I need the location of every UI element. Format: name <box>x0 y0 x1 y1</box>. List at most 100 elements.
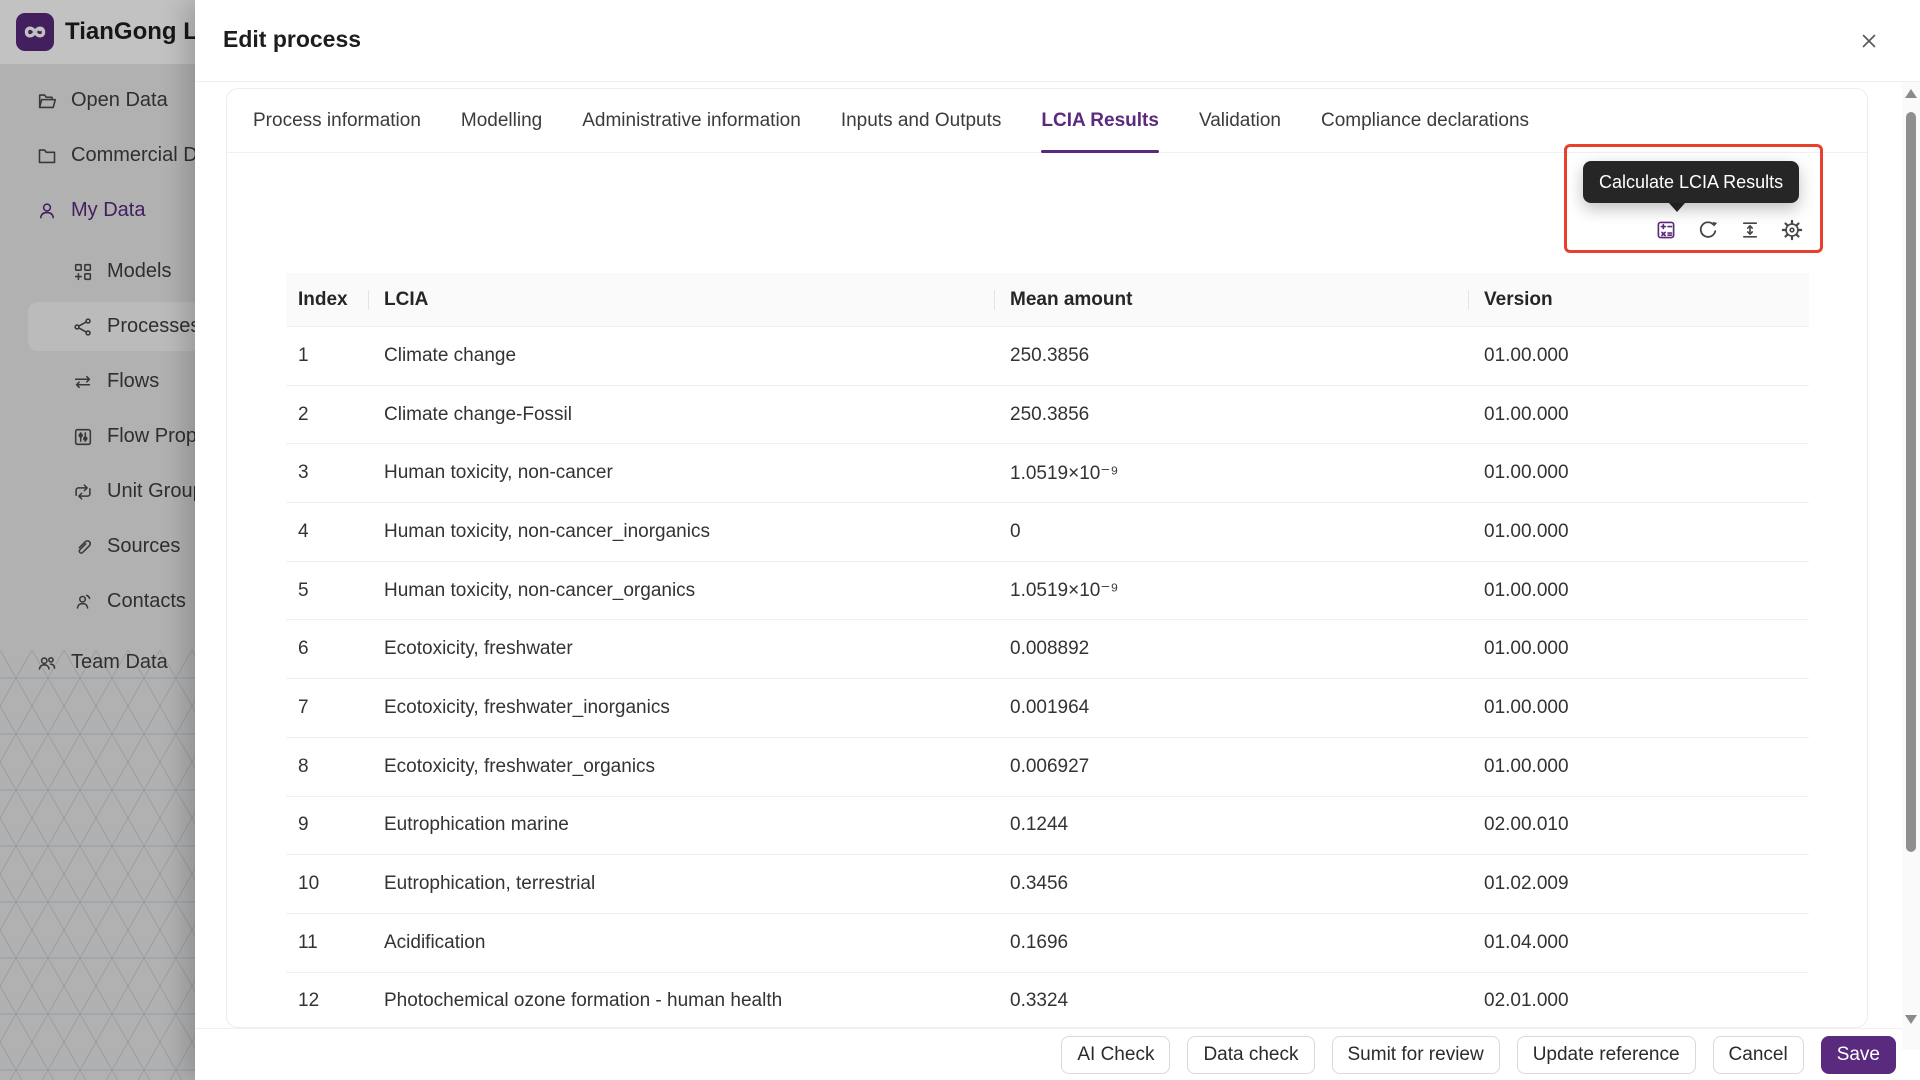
tab-administrative-information[interactable]: Administrative information <box>582 89 801 152</box>
tab-bar: Process information Modelling Administrati… <box>227 89 1867 153</box>
cell-mean-amount: 0.3456 <box>995 873 1469 895</box>
cell-lcia: Eutrophication, terrestrial <box>369 873 995 895</box>
lcia-results-table: IndexLCIAMean amountVersion 1 Climate ch… <box>286 273 1809 1028</box>
cell-lcia: Photochemical ozone formation - human he… <box>369 990 995 1012</box>
scrollbar-thumb[interactable] <box>1906 112 1916 852</box>
scrollbar[interactable] <box>1902 82 1920 1050</box>
cell-mean-amount: 1.0519×10⁻⁹ <box>995 462 1469 485</box>
cell-mean-amount: 250.3856 <box>995 345 1469 367</box>
cell-lcia: Acidification <box>369 932 995 954</box>
modal-title: Edit process <box>223 26 361 53</box>
cell-version: 01.00.000 <box>1469 756 1809 778</box>
cell-version: 01.00.000 <box>1469 580 1809 602</box>
cell-lcia: Climate change-Fossil <box>369 404 995 426</box>
table-row: 11 Acidification 0.1696 01.04.000 <box>286 914 1809 973</box>
cancel-button[interactable]: Cancel <box>1713 1036 1804 1074</box>
table-header-row: IndexLCIAMean amountVersion <box>286 273 1809 327</box>
calculator-icon <box>1655 219 1677 241</box>
cell-mean-amount: 0.006927 <box>995 756 1469 778</box>
modal-header: Edit process <box>195 0 1920 82</box>
cell-lcia: Human toxicity, non-cancer_organics <box>369 580 995 602</box>
sumit-for-review-button[interactable]: Sumit for review <box>1332 1036 1500 1074</box>
cell-index: 3 <box>286 462 369 484</box>
table-row: 9 Eutrophication marine 0.1244 02.00.010 <box>286 797 1809 856</box>
tooltip: Calculate LCIA Results <box>1583 161 1799 203</box>
cell-mean-amount: 1.0519×10⁻⁹ <box>995 579 1469 602</box>
table-row: 7 Ecotoxicity, freshwater_inorganics 0.0… <box>286 679 1809 738</box>
tab-process-information[interactable]: Process information <box>253 89 421 152</box>
column-height-button[interactable] <box>1739 219 1761 241</box>
tab-lcia-results[interactable]: LCIA Results <box>1041 89 1159 152</box>
cell-index: 2 <box>286 404 369 426</box>
column-height-icon <box>1739 219 1761 241</box>
cell-version: 01.00.000 <box>1469 345 1809 367</box>
reload-button[interactable] <box>1697 219 1719 241</box>
cell-index: 10 <box>286 873 369 895</box>
table-row: 5 Human toxicity, non-cancer_organics 1.… <box>286 562 1809 621</box>
modal-footer: AI Check Data check Sumit for review Update… <box>195 1028 1920 1080</box>
tooltip-text: Calculate LCIA Results <box>1599 172 1783 193</box>
close-button[interactable] <box>1856 28 1882 54</box>
data-check-button[interactable]: Data check <box>1187 1036 1314 1074</box>
cell-index: 8 <box>286 756 369 778</box>
cell-version: 01.00.000 <box>1469 404 1809 426</box>
close-icon <box>1858 30 1880 52</box>
cell-lcia: Human toxicity, non-cancer_inorganics <box>369 521 995 543</box>
save-button[interactable]: Save <box>1821 1036 1896 1074</box>
scroll-down-arrow-icon[interactable] <box>1905 1015 1917 1024</box>
app-root: TianGong LCA Open Data Commercial Data M… <box>0 0 1920 1080</box>
ai-check-button[interactable]: AI Check <box>1061 1036 1170 1074</box>
table-row: 3 Human toxicity, non-cancer 1.0519×10⁻⁹… <box>286 444 1809 503</box>
cell-version: 01.00.000 <box>1469 638 1809 660</box>
cell-index: 1 <box>286 345 369 367</box>
settings-button[interactable] <box>1781 219 1803 241</box>
cell-version: 02.00.010 <box>1469 814 1809 836</box>
cell-version: 02.01.000 <box>1469 990 1809 1012</box>
cell-version: 01.00.000 <box>1469 462 1809 484</box>
cell-lcia: Ecotoxicity, freshwater_organics <box>369 756 995 778</box>
cell-mean-amount: 0 <box>995 521 1469 543</box>
cell-lcia: Climate change <box>369 345 995 367</box>
table-row: 2 Climate change-Fossil 250.3856 01.00.0… <box>286 386 1809 445</box>
edit-process-modal: Edit process Process information Modellin… <box>195 0 1920 1080</box>
cell-lcia: Eutrophication marine <box>369 814 995 836</box>
cell-index: 12 <box>286 990 369 1012</box>
tab-validation[interactable]: Validation <box>1199 89 1281 152</box>
table-row: 6 Ecotoxicity, freshwater 0.008892 01.00… <box>286 620 1809 679</box>
scroll-up-arrow-icon[interactable] <box>1905 89 1917 98</box>
table-row: 12 Photochemical ozone formation - human… <box>286 973 1809 1028</box>
tab-inputs-and-outputs[interactable]: Inputs and Outputs <box>841 89 1002 152</box>
table-row: 1 Climate change 250.3856 01.00.000 <box>286 327 1809 386</box>
column-header-lcia: LCIA <box>369 273 995 326</box>
cell-mean-amount: 0.008892 <box>995 638 1469 660</box>
cell-lcia: Ecotoxicity, freshwater <box>369 638 995 660</box>
content-card: Process information Modelling Administrati… <box>226 88 1868 1028</box>
cell-index: 7 <box>286 697 369 719</box>
tab-compliance-declarations[interactable]: Compliance declarations <box>1321 89 1529 152</box>
cell-version: 01.00.000 <box>1469 521 1809 543</box>
cell-index: 5 <box>286 580 369 602</box>
settings-icon <box>1781 219 1803 241</box>
column-header-mean-amount: Mean amount <box>995 273 1469 326</box>
cell-version: 01.02.009 <box>1469 873 1809 895</box>
cell-index: 9 <box>286 814 369 836</box>
toolbar <box>1655 219 1803 241</box>
cell-version: 01.04.000 <box>1469 932 1809 954</box>
cell-lcia: Human toxicity, non-cancer <box>369 462 995 484</box>
update-reference-button[interactable]: Update reference <box>1517 1036 1696 1074</box>
cell-mean-amount: 0.1244 <box>995 814 1469 836</box>
cell-index: 11 <box>286 932 369 954</box>
column-header-version: Version <box>1469 273 1809 326</box>
table-row: 10 Eutrophication, terrestrial 0.3456 01… <box>286 855 1809 914</box>
cell-mean-amount: 0.3324 <box>995 990 1469 1012</box>
calculator-button[interactable] <box>1655 219 1677 241</box>
reload-icon <box>1697 219 1719 241</box>
cell-lcia: Ecotoxicity, freshwater_inorganics <box>369 697 995 719</box>
cell-mean-amount: 250.3856 <box>995 404 1469 426</box>
cell-index: 4 <box>286 521 369 543</box>
table-row: 4 Human toxicity, non-cancer_inorganics … <box>286 503 1809 562</box>
column-header-index: Index <box>286 273 369 326</box>
cell-mean-amount: 0.001964 <box>995 697 1469 719</box>
cell-version: 01.00.000 <box>1469 697 1809 719</box>
tab-modelling[interactable]: Modelling <box>461 89 542 152</box>
